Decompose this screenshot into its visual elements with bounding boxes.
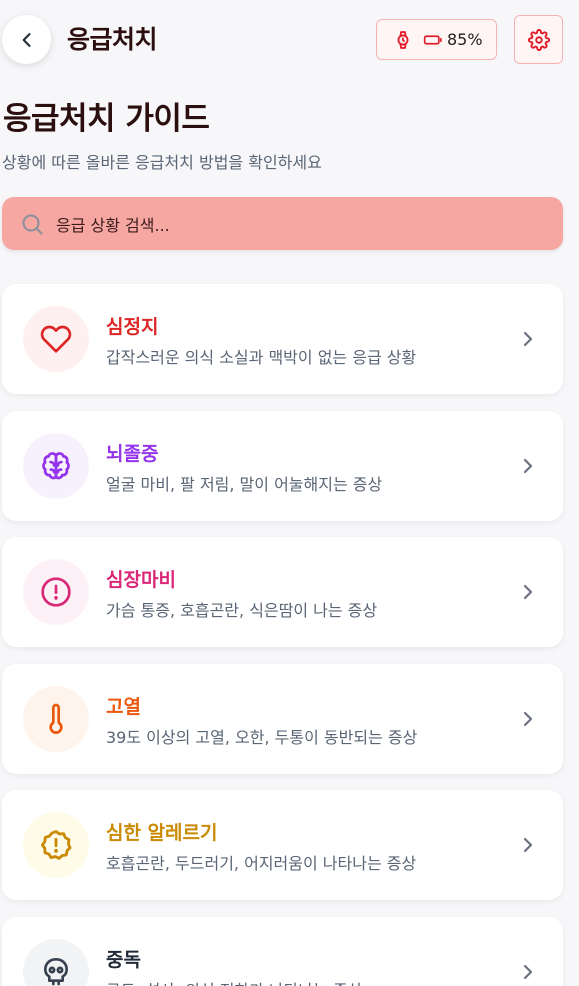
card-stroke[interactable]: 뇌졸중 얼굴 마비, 팔 저림, 말이 어눌해지는 증상 xyxy=(2,411,563,521)
chevron-right-icon xyxy=(523,584,533,600)
card-title: 심장마비 xyxy=(106,569,176,591)
brain-icon xyxy=(42,452,70,480)
card-title: 심정지 xyxy=(106,316,159,338)
card-title: 고열 xyxy=(106,696,141,718)
card-description: 가슴 통증, 호흡곤란, 식은땀이 나는 증상 xyxy=(106,601,378,620)
card-description: 39도 이상의 고열, 오한, 두통이 동반되는 증상 xyxy=(106,728,418,747)
card-high-fever[interactable]: 고열 39도 이상의 고열, 오한, 두통이 동반되는 증상 xyxy=(2,664,563,774)
battery-percentage: 85% xyxy=(447,30,483,49)
device-status[interactable]: 85% xyxy=(376,19,497,60)
alert-circle-icon xyxy=(41,577,71,607)
gear-icon xyxy=(527,28,550,51)
watch-icon xyxy=(397,30,409,49)
page-title: 응급처치 가이드 xyxy=(3,101,210,137)
header-title: 응급처치 xyxy=(67,25,158,54)
card-icon-circle xyxy=(23,686,89,752)
card-cardiac-arrest[interactable]: 심정지 갑작스러운 의식 소실과 맥박이 없는 응급 상황 xyxy=(2,284,563,394)
chevron-right-icon xyxy=(523,711,533,727)
card-icon-circle xyxy=(23,812,89,878)
card-description: 호흡곤란, 두드러기, 어지러움이 나타나는 증상 xyxy=(106,854,417,873)
card-description: 구토, 설사, 의식 저하가 나타나는 증상 xyxy=(106,977,362,986)
search-icon xyxy=(22,214,43,234)
search-input[interactable]: 응급 상황 검색... xyxy=(2,197,563,250)
card-poisoning[interactable]: 중독 구토, 설사, 의식 저하가 나타나는 증상 xyxy=(2,917,563,986)
thermometer-icon xyxy=(49,703,63,734)
header: 응급처치 85% xyxy=(0,0,579,80)
card-description: 갑작스러운 의식 소실과 맥박이 없는 응급 상황 xyxy=(106,348,417,367)
card-title: 뇌졸중 xyxy=(106,443,159,465)
card-description: 얼굴 마비, 팔 저림, 말이 어눌해지는 증상 xyxy=(106,475,383,494)
skull-icon xyxy=(44,958,68,986)
card-title: 심한 알레르기 xyxy=(106,822,218,844)
card-title: 중독 xyxy=(106,949,141,971)
alert-badge-icon xyxy=(40,830,72,860)
chevron-right-icon xyxy=(523,458,533,474)
card-icon-circle xyxy=(23,939,89,986)
battery-icon xyxy=(423,34,442,45)
settings-button[interactable] xyxy=(514,15,563,64)
card-heart-attack[interactable]: 심장마비 가슴 통증, 호흡곤란, 식은땀이 나는 증상 xyxy=(2,537,563,647)
card-severe-allergy[interactable]: 심한 알레르기 호흡곤란, 두드러기, 어지러움이 나타나는 증상 xyxy=(2,790,563,900)
card-icon-circle xyxy=(23,559,89,625)
card-icon-circle xyxy=(23,306,89,372)
chevron-right-icon xyxy=(523,331,533,347)
card-icon-circle xyxy=(23,433,89,499)
page-subtitle: 상황에 따른 올바른 응급처치 방법을 확인하세요 xyxy=(2,153,322,172)
chevron-right-icon xyxy=(523,837,533,853)
chevron-right-icon xyxy=(523,964,533,980)
heart-icon xyxy=(40,325,72,353)
back-button[interactable] xyxy=(2,15,51,64)
search-placeholder: 응급 상황 검색... xyxy=(56,215,170,235)
chevron-left-icon xyxy=(22,32,31,47)
